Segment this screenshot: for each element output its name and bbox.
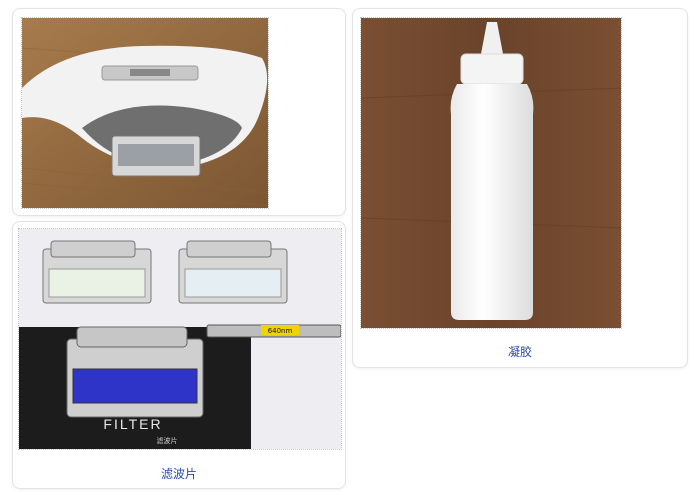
filter-image[interactable]: 640nm FILTER 滤波片 xyxy=(18,228,342,450)
gallery-card-filter[interactable]: 640nm FILTER 滤波片 滤波片 xyxy=(12,221,346,489)
filter-box-brand: FILTER xyxy=(103,416,162,432)
filter-caption: 滤波片 xyxy=(160,467,197,481)
gel-caption: 凝胶 xyxy=(507,345,532,359)
device-image[interactable] xyxy=(21,17,269,209)
gallery-card-gel[interactable]: 凝胶 xyxy=(352,8,688,368)
gallery-card-device[interactable] xyxy=(12,8,346,216)
filter-wavelength-label: 640nm xyxy=(268,327,293,335)
filter-box-subtext: 滤波片 xyxy=(157,436,178,445)
gel-bottle-image[interactable] xyxy=(360,17,622,329)
